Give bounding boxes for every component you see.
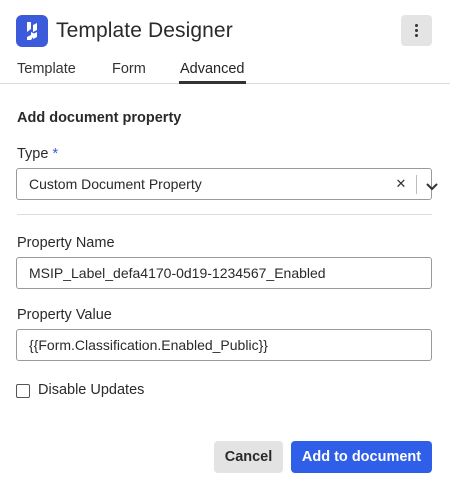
property-value-input[interactable] — [16, 329, 432, 361]
cancel-button[interactable]: Cancel — [214, 441, 283, 473]
app-header: Template Designer — [0, 0, 450, 60]
active-tab-indicator — [179, 81, 246, 84]
app-logo-icon — [16, 15, 48, 47]
section-title: Add document property — [17, 110, 182, 126]
property-value-label: Property Value — [17, 307, 112, 323]
type-select[interactable]: Custom Document Property ✕ — [16, 168, 438, 200]
tab-advanced[interactable]: Advanced — [180, 60, 245, 78]
tab-form[interactable]: Form — [112, 60, 146, 78]
more-options-button[interactable] — [401, 15, 432, 46]
disable-updates-checkbox[interactable] — [16, 384, 30, 398]
property-name-input[interactable] — [16, 257, 432, 289]
app-title: Template Designer — [56, 19, 233, 42]
select-separator — [416, 175, 417, 194]
required-marker: * — [52, 146, 59, 162]
more-vertical-icon — [415, 24, 418, 27]
more-vertical-icon-dot — [415, 29, 418, 32]
tab-bar: Template Form Advanced — [0, 60, 450, 84]
more-vertical-icon-dot — [415, 34, 418, 37]
disable-updates-label[interactable]: Disable Updates — [38, 382, 144, 398]
tab-template[interactable]: Template — [17, 60, 76, 78]
type-label: Type * — [17, 146, 58, 162]
type-label-text: Type — [17, 146, 49, 162]
property-name-label: Property Name — [17, 235, 115, 251]
section-divider — [17, 214, 432, 215]
type-select-value: Custom Document Property — [29, 176, 202, 192]
add-to-document-button[interactable]: Add to document — [291, 441, 432, 473]
chevron-down-icon[interactable] — [426, 179, 438, 197]
close-icon[interactable]: ✕ — [394, 177, 408, 191]
